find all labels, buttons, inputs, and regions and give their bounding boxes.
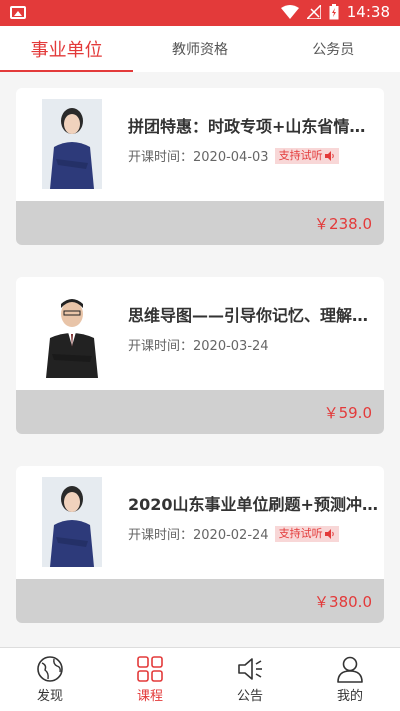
course-date-row: 开课时间：2020-04-03 支持试听 bbox=[128, 146, 339, 165]
speaker-icon bbox=[324, 528, 334, 539]
trial-badge-label: 支持试听 bbox=[278, 526, 323, 540]
teacher-photo bbox=[42, 99, 102, 189]
course-title: 2020山东事业单位刷题+预测冲刺… bbox=[128, 495, 378, 514]
nav-label: 发现 bbox=[36, 689, 63, 704]
category-tabs: 事业单位 教师资格 公务员 bbox=[0, 26, 400, 72]
grid-icon bbox=[137, 656, 163, 682]
trial-badge: 支持试听 bbox=[274, 525, 339, 542]
course-card[interactable]: 2020山东事业单位刷题+预测冲刺… 开课时间：2020-02-24 支持试听 … bbox=[16, 466, 384, 623]
course-date-row: 开课时间：2020-03-24 bbox=[128, 335, 269, 354]
price-bar: ￥238.0 bbox=[16, 201, 384, 245]
course-price: ￥59.0 bbox=[323, 404, 372, 422]
image-icon bbox=[10, 6, 26, 19]
teacher-photo bbox=[42, 477, 102, 567]
wifi-icon bbox=[280, 5, 299, 19]
speaker-icon bbox=[238, 658, 262, 680]
course-date: 2020-02-24 bbox=[193, 528, 269, 543]
globe-icon bbox=[37, 656, 63, 682]
nav-announcements[interactable]: 公告 bbox=[200, 648, 300, 711]
price-bar: ￥380.0 bbox=[16, 579, 384, 623]
nav-profile[interactable]: 我的 bbox=[300, 648, 400, 711]
course-price: ￥238.0 bbox=[314, 215, 372, 233]
course-list: 拼团特惠：时政专项+山东省情省… 开课时间：2020-04-03 支持试听 ￥2… bbox=[0, 72, 400, 647]
tab-gongwuyuan[interactable]: 公务员 bbox=[267, 26, 400, 72]
date-label: 开课时间： bbox=[128, 150, 194, 165]
clock: 14:38 bbox=[346, 3, 390, 21]
person-icon bbox=[337, 656, 363, 683]
nav-discover[interactable]: 发现 bbox=[0, 648, 100, 711]
trial-badge: 支持试听 bbox=[274, 147, 339, 164]
course-card[interactable]: 拼团特惠：时政专项+山东省情省… 开课时间：2020-04-03 支持试听 ￥2… bbox=[16, 88, 384, 245]
course-date-row: 开课时间：2020-02-24 支持试听 bbox=[128, 524, 339, 543]
status-bar: 14:38 bbox=[0, 0, 400, 26]
course-card[interactable]: 思维导图——引导你记忆、理解的… 开课时间：2020-03-24 ￥59.0 bbox=[16, 277, 384, 434]
signal-icon bbox=[306, 5, 321, 19]
course-title: 拼团特惠：时政专项+山东省情省… bbox=[128, 117, 378, 136]
bottom-nav: 发现 课程 公告 我的 bbox=[0, 647, 400, 711]
tab-jiaoshi[interactable]: 教师资格 bbox=[133, 26, 266, 72]
trial-badge-label: 支持试听 bbox=[278, 148, 323, 162]
date-label: 开课时间： bbox=[128, 339, 194, 354]
nav-label: 公告 bbox=[236, 689, 263, 704]
course-price: ￥380.0 bbox=[314, 593, 372, 611]
tab-shiye[interactable]: 事业单位 bbox=[0, 26, 134, 72]
nav-label: 课程 bbox=[136, 689, 163, 704]
date-label: 开课时间： bbox=[128, 528, 194, 543]
nav-label: 我的 bbox=[336, 689, 363, 704]
teacher-photo bbox=[42, 288, 102, 378]
speaker-icon bbox=[324, 150, 334, 161]
course-date: 2020-04-03 bbox=[193, 150, 269, 165]
course-title: 思维导图——引导你记忆、理解的… bbox=[128, 306, 378, 325]
course-date: 2020-03-24 bbox=[193, 339, 269, 354]
battery-icon bbox=[329, 4, 339, 20]
nav-courses[interactable]: 课程 bbox=[100, 648, 200, 711]
price-bar: ￥59.0 bbox=[16, 390, 384, 434]
